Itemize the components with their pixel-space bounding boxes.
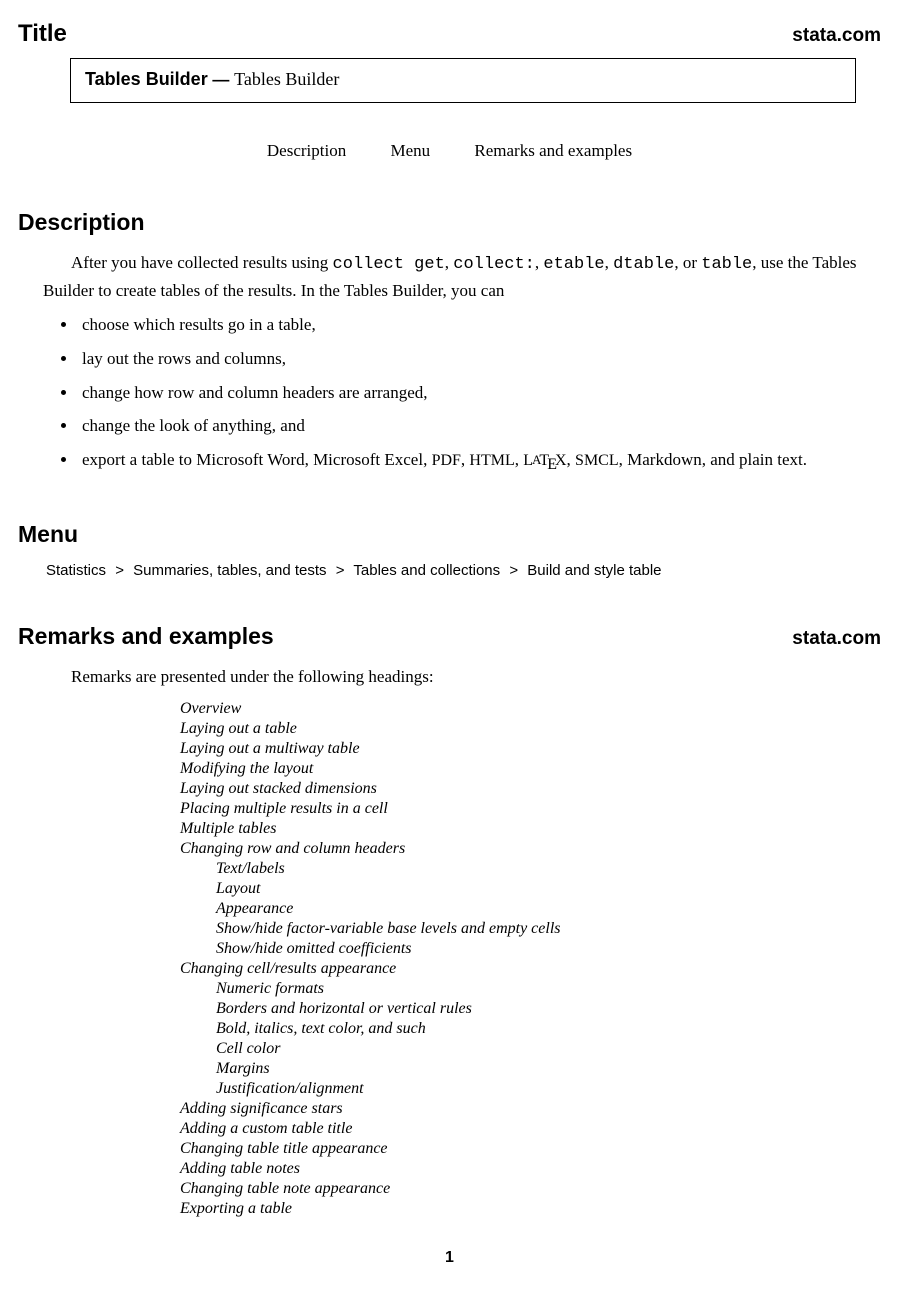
bullet5-html: HTML: [469, 452, 514, 469]
toc-entry[interactable]: Borders and horizontal or vertical rules: [216, 999, 881, 1019]
toc-entry[interactable]: Show/hide factor-variable base levels an…: [216, 919, 881, 939]
remarks-toc: OverviewLaying out a tableLaying out a m…: [180, 699, 881, 1219]
toc-entry[interactable]: Modifying the layout: [180, 759, 881, 779]
toc-entry[interactable]: Layout: [216, 879, 881, 899]
cmd-etable: etable: [543, 255, 604, 274]
bullet5-suffix: , Markdown, and plain text.: [619, 450, 807, 469]
bullet-item-export: export a table to Microsoft Word, Micros…: [78, 448, 881, 472]
menu-step: Summaries, tables, and tests: [133, 562, 326, 579]
title-box-dash: —: [208, 70, 234, 89]
toc-entry[interactable]: Laying out stacked dimensions: [180, 779, 881, 799]
toc-entry[interactable]: Numeric formats: [216, 979, 881, 999]
menu-path: Statistics > Summaries, tables, and test…: [46, 562, 881, 579]
toc-entry[interactable]: Laying out a multiway table: [180, 739, 881, 759]
toc-entry[interactable]: Margins: [216, 1059, 881, 1079]
description-heading: Description: [18, 209, 881, 236]
toc-entry[interactable]: Adding a custom table title: [180, 1119, 881, 1139]
bullet-item: change the look of anything, and: [78, 414, 881, 438]
toc-entry[interactable]: Changing table note appearance: [180, 1179, 881, 1199]
toc-entry[interactable]: Changing row and column headers: [180, 839, 881, 859]
cmd-table: table: [701, 255, 752, 274]
toc-entry[interactable]: Justification/alignment: [216, 1079, 881, 1099]
toc-entry[interactable]: Laying out a table: [180, 719, 881, 739]
chevron-icon: >: [509, 562, 518, 579]
title-header-row: Title stata.com: [18, 20, 881, 48]
remarks-intro: Remarks are presented under the followin…: [43, 664, 881, 690]
nav-menu[interactable]: Menu: [390, 141, 430, 160]
nav-remarks[interactable]: Remarks and examples: [474, 141, 632, 160]
toc-entry[interactable]: Exporting a table: [180, 1199, 881, 1219]
toc-entry[interactable]: Show/hide omitted coefficients: [216, 939, 881, 959]
section-nav: Description Menu Remarks and examples: [18, 141, 881, 161]
nav-description[interactable]: Description: [267, 141, 346, 160]
toc-entry[interactable]: Changing table title appearance: [180, 1139, 881, 1159]
chevron-icon: >: [336, 562, 345, 579]
toc-entry[interactable]: Appearance: [216, 899, 881, 919]
bullet5-pdf: PDF: [432, 452, 461, 469]
toc-entry[interactable]: Changing cell/results appearance: [180, 959, 881, 979]
bullet-item: choose which results go in a table,: [78, 313, 881, 337]
cmd-collect-get: collect get: [333, 255, 445, 274]
toc-entry[interactable]: Bold, italics, text color, and such: [216, 1019, 881, 1039]
menu-step: Tables and collections: [353, 562, 500, 579]
toc-entry[interactable]: Adding table notes: [180, 1159, 881, 1179]
cmd-collect-colon: collect:: [453, 255, 535, 274]
bullet5-prefix: export a table to Microsoft Word, Micros…: [82, 450, 432, 469]
menu-step: Statistics: [46, 562, 106, 579]
chevron-icon: >: [115, 562, 124, 579]
toc-entry[interactable]: Cell color: [216, 1039, 881, 1059]
bullet-item: lay out the rows and columns,: [78, 347, 881, 371]
toc-entry[interactable]: Text/labels: [216, 859, 881, 879]
description-bullets: choose which results go in a table, lay …: [78, 313, 881, 473]
page-number: 1: [18, 1249, 881, 1267]
description-paragraph: After you have collected results using c…: [43, 250, 881, 303]
toc-entry[interactable]: Placing multiple results in a cell: [180, 799, 881, 819]
toc-entry[interactable]: Overview: [180, 699, 881, 719]
toc-entry[interactable]: Adding significance stars: [180, 1099, 881, 1119]
stata-link-remarks[interactable]: stata.com: [792, 628, 881, 650]
remarks-header-row: Remarks and examples stata.com: [18, 623, 881, 650]
menu-heading: Menu: [18, 521, 881, 548]
title-heading: Title: [18, 20, 67, 48]
menu-step: Build and style table: [527, 562, 661, 579]
desc-text-1: After you have collected results using: [71, 253, 333, 272]
bullet5-latex: LATEX: [523, 452, 566, 469]
title-box: Tables Builder — Tables Builder: [70, 58, 856, 103]
remarks-heading: Remarks and examples: [18, 623, 274, 650]
title-box-name: Tables Builder: [85, 69, 208, 89]
bullet-item: change how row and column headers are ar…: [78, 381, 881, 405]
toc-entry[interactable]: Multiple tables: [180, 819, 881, 839]
stata-link-top[interactable]: stata.com: [792, 25, 881, 47]
bullet5-smcl: SMCL: [575, 452, 619, 469]
title-box-desc: Tables Builder: [234, 69, 339, 89]
cmd-dtable: dtable: [613, 255, 674, 274]
